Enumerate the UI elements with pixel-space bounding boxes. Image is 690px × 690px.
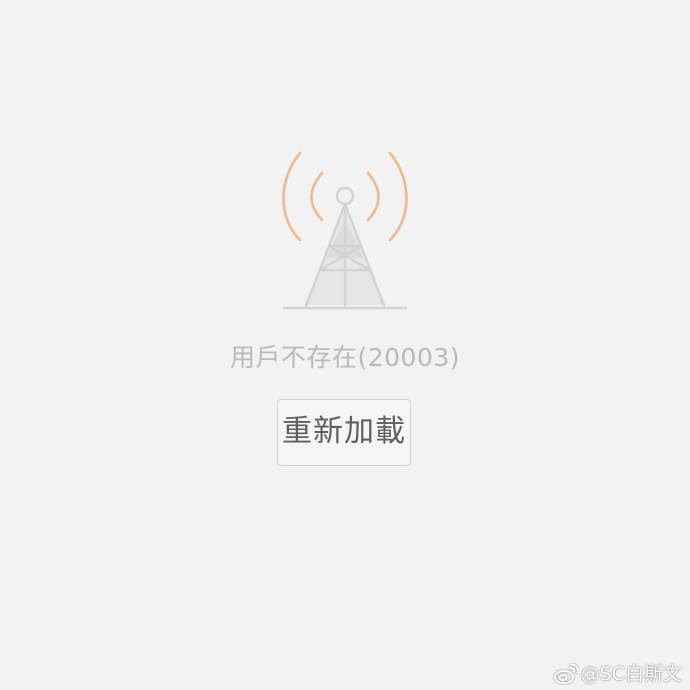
error-message: 用戶不存在(20003): [229, 343, 461, 372]
error-page: 用戶不存在(20003) 重新加載 @SC白斯文: [0, 0, 690, 690]
watermark-handle: @SC白斯文: [580, 663, 682, 685]
signal-tower-icon: [270, 140, 420, 320]
reload-button[interactable]: 重新加載: [277, 399, 411, 466]
watermark: @SC白斯文: [553, 662, 682, 686]
weibo-logo-icon: [553, 663, 579, 685]
